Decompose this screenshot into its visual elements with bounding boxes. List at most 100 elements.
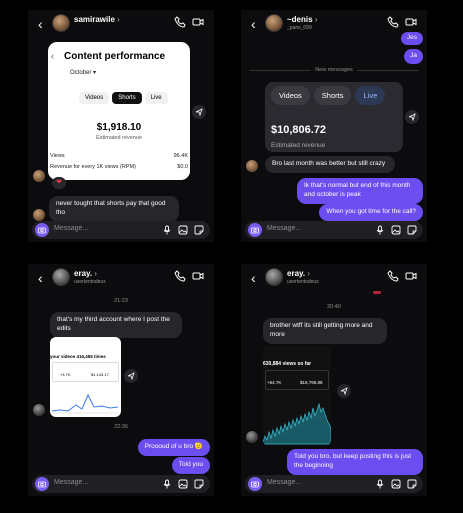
gallery-icon[interactable] [391, 225, 401, 235]
message-bubble-outgoing[interactable]: Told you [171, 457, 210, 474]
message-input[interactable]: Message... [54, 225, 88, 232]
tab-live: Live [144, 92, 168, 104]
sticker-icon[interactable] [407, 225, 417, 235]
message-bubble-incoming[interactable]: never tought that shorts pay that good t… [49, 196, 179, 222]
gallery-icon[interactable] [178, 225, 188, 235]
new-messages-divider: New messages [311, 67, 357, 73]
back-arrow-icon[interactable]: ‹ [38, 16, 43, 32]
reaction-dot [373, 291, 381, 294]
message-bubble-outgoing[interactable]: Told you bro, but keep posting this is j… [287, 449, 423, 475]
gallery-icon[interactable] [391, 479, 401, 489]
content-tabs: Videos Shorts Live [271, 86, 386, 105]
phone-icon[interactable] [174, 270, 186, 282]
sticker-icon[interactable] [407, 479, 417, 489]
chat-header: ‹ eray. › usertentodeux [241, 264, 427, 290]
camera-icon[interactable] [35, 477, 49, 491]
month-dropdown: October ▾ [70, 70, 97, 76]
shared-screenshot-card[interactable]: ‹ Content performance October ▾ Videos S… [48, 42, 190, 180]
gallery-icon[interactable] [178, 479, 188, 489]
message-bubble-outgoing[interactable]: When you got time for the call? [319, 204, 423, 221]
card-header: 630,884 views so far [263, 361, 312, 367]
message-input[interactable]: Message... [267, 225, 301, 232]
share-icon[interactable] [124, 369, 138, 383]
stat-box: +64.7K $16,796.88 [265, 370, 329, 390]
camera-icon[interactable] [248, 477, 262, 491]
stat-value: +4.7K [60, 372, 71, 377]
tab-videos: Videos [271, 86, 310, 105]
sender-avatar [246, 160, 258, 172]
sender-avatar [33, 209, 45, 221]
microphone-icon[interactable] [162, 479, 172, 489]
timestamp: 21:23 [114, 298, 128, 304]
back-arrow-icon[interactable]: ‹ [251, 16, 256, 32]
revenue-amount: $10,806.72 [271, 124, 327, 136]
shared-screenshot-card[interactable]: 630,884 views so far +64.7K $16,796.88 [263, 346, 331, 446]
chat-panel-eray-1: ‹ eray. › usertentodeux 21:23 that's my … [28, 264, 214, 496]
microphone-icon[interactable] [162, 225, 172, 235]
line-chart [263, 402, 331, 445]
user-handle: _paris_099 [287, 25, 312, 31]
timestamp: 20:40 [327, 304, 341, 310]
video-call-icon[interactable] [405, 270, 417, 282]
chat-panel-samirawile: ‹ samirawile › ‹ Content performance Oct… [28, 10, 214, 242]
video-call-icon[interactable] [192, 270, 204, 282]
card-title: Content performance [64, 51, 166, 62]
microphone-icon[interactable] [375, 225, 385, 235]
message-composer[interactable]: Message... [245, 475, 423, 493]
sender-avatar [246, 431, 258, 443]
stat-box: +4.7K $1,143.17 [52, 362, 119, 382]
phone-icon[interactable] [387, 270, 399, 282]
message-bubble-outgoing[interactable]: Ik that's normal but end of this month a… [297, 178, 423, 204]
message-composer[interactable]: Message... [32, 475, 210, 493]
tab-videos: Videos [79, 92, 110, 104]
avatar[interactable] [52, 268, 70, 286]
message-bubble-outgoing[interactable]: Proooud of u bro 🫡 [137, 439, 210, 456]
chat-panel-denis: ‹ ~denis › _paris_099 Jes Ja New message… [241, 10, 427, 242]
stat-value: $1,143.17 [91, 372, 109, 377]
share-icon[interactable] [405, 110, 419, 124]
user-handle: usertentodeux [74, 279, 106, 285]
avatar[interactable] [52, 14, 70, 32]
message-input[interactable]: Message... [267, 479, 301, 486]
avatar[interactable] [265, 268, 283, 286]
camera-icon[interactable] [35, 223, 49, 237]
share-icon[interactable] [337, 384, 351, 398]
sticker-icon[interactable] [194, 225, 204, 235]
card-header: your videos 416,455 times [50, 354, 106, 359]
username[interactable]: ~denis › [287, 15, 317, 24]
microphone-icon[interactable] [375, 479, 385, 489]
message-input[interactable]: Message... [54, 479, 88, 486]
phone-icon[interactable] [387, 16, 399, 28]
username[interactable]: eray. › [287, 269, 310, 278]
phone-icon[interactable] [174, 16, 186, 28]
message-bubble-incoming[interactable]: brother wtff its still getting more and … [263, 318, 387, 344]
shared-screenshot-card[interactable]: your videos 416,455 times +4.7K $1,143.1… [50, 337, 121, 417]
stat-row-views: Views 96.4K [50, 153, 188, 159]
card-back-icon: ‹ [51, 51, 54, 61]
message-composer[interactable]: Message... [32, 221, 210, 239]
avatar[interactable] [265, 14, 283, 32]
video-call-icon[interactable] [405, 16, 417, 28]
user-handle: usertentodeux [287, 279, 319, 285]
shared-screenshot-card[interactable]: Videos Shorts Live $10,806.72 Estimated … [265, 82, 403, 152]
back-arrow-icon[interactable]: ‹ [38, 270, 43, 286]
message-bubble-outgoing[interactable]: Ja [404, 49, 423, 64]
username[interactable]: samirawile › [74, 15, 120, 24]
chat-panel-eray-2: ‹ eray. › usertentodeux 20:40 brother wt… [241, 264, 427, 496]
stat-value: $16,796.88 [300, 380, 323, 385]
chat-header: ‹ ~denis › _paris_099 [241, 10, 427, 36]
tab-live: Live [355, 86, 386, 105]
revenue-label: Estimated revenue [271, 142, 326, 149]
video-call-icon[interactable] [192, 16, 204, 28]
message-composer[interactable]: Message... [245, 221, 423, 239]
message-bubble-outgoing[interactable]: Jes [400, 32, 423, 45]
share-icon[interactable] [192, 105, 206, 119]
back-arrow-icon[interactable]: ‹ [251, 270, 256, 286]
sticker-icon[interactable] [194, 479, 204, 489]
username[interactable]: eray. › [74, 269, 97, 278]
message-bubble-incoming[interactable]: Bro last month was better but still craz… [265, 156, 395, 173]
heart-reaction: ❤ [52, 177, 66, 189]
revenue-amount: $1,918.10 [96, 122, 142, 133]
message-bubble-incoming[interactable]: that's my third account where I post the… [50, 312, 182, 338]
camera-icon[interactable] [248, 223, 262, 237]
